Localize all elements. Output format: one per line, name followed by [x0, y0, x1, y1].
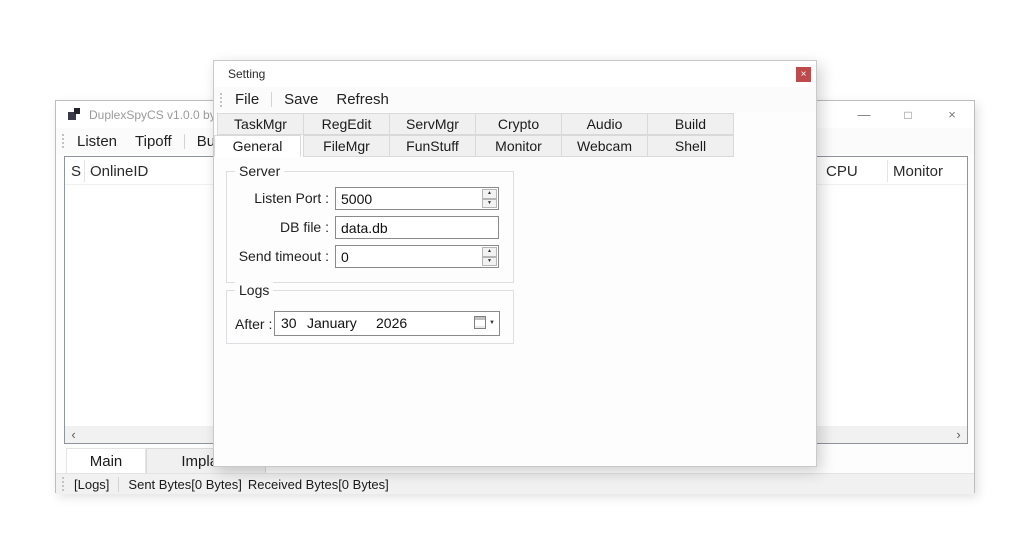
close-icon[interactable]: ×: [930, 101, 974, 128]
menubar-grip: [62, 134, 64, 148]
server-groupbox: Server Listen Port : ▲ ▼ DB file : Send …: [226, 171, 514, 283]
tab-webcam[interactable]: Webcam: [561, 135, 648, 157]
tab-crypto[interactable]: Crypto: [475, 113, 562, 135]
tab-taskmgr[interactable]: TaskMgr: [217, 113, 304, 135]
settings-tabstrip: TaskMgr RegEdit ServMgr Crypto Audio Bui…: [214, 113, 818, 157]
dialog-menubar: File Save Refresh: [214, 87, 816, 112]
dialog-title: Setting: [228, 67, 265, 81]
tab-funstuff[interactable]: FunStuff: [389, 135, 476, 157]
date-dropdown-button[interactable]: ▼: [474, 316, 495, 329]
maximize-icon[interactable]: □: [886, 101, 930, 128]
dialog-menubar-grip: [220, 93, 222, 107]
column-header-s[interactable]: S: [65, 157, 84, 185]
app-icon: [68, 108, 81, 121]
tab-general[interactable]: General: [214, 135, 301, 157]
dialog-close-icon[interactable]: ×: [796, 67, 811, 82]
column-header-cpu[interactable]: CPU: [820, 157, 886, 185]
spin-up-icon[interactable]: ▲: [482, 247, 497, 257]
minimize-icon[interactable]: —: [842, 101, 886, 128]
listen-port-spinner: ▲ ▼: [335, 187, 499, 210]
tab-servmgr[interactable]: ServMgr: [389, 113, 476, 135]
setting-dialog-window: Setting × File Save Refresh TaskMgr RegE…: [213, 60, 817, 467]
tab-regedit[interactable]: RegEdit: [303, 113, 390, 135]
listen-port-label: Listen Port :: [227, 187, 329, 210]
send-timeout-spinner: ▲ ▼: [335, 245, 499, 268]
date-month: January: [307, 312, 357, 335]
logs-group-label: Logs: [235, 282, 273, 298]
menu-separator: [184, 134, 185, 149]
chevron-down-icon: ▼: [489, 320, 495, 326]
menu-listen[interactable]: Listen: [68, 131, 126, 152]
logs-groupbox: Logs After : 30 January 2026 ▼: [226, 290, 514, 344]
tab-filemgr[interactable]: FileMgr: [303, 135, 390, 157]
date-day: 30: [281, 312, 297, 335]
send-timeout-label: Send timeout :: [227, 245, 329, 268]
tab-build[interactable]: Build: [647, 113, 734, 135]
desktop: DuplexSpyCS v1.0.0 by ISSA — □ × Listen …: [0, 0, 1024, 557]
server-group-label: Server: [235, 163, 284, 179]
db-file-input[interactable]: [335, 216, 499, 239]
scroll-left-icon[interactable]: ‹: [65, 426, 82, 443]
tab-main[interactable]: Main: [66, 448, 146, 474]
spin-down-icon[interactable]: ▼: [482, 199, 497, 209]
menu-file[interactable]: File: [226, 89, 268, 110]
status-logs: [Logs]: [68, 477, 115, 492]
calendar-icon: [474, 316, 486, 329]
tab-monitor[interactable]: Monitor: [475, 135, 562, 157]
scroll-right-icon[interactable]: ›: [950, 426, 967, 443]
send-timeout-input[interactable]: [336, 246, 481, 267]
tab-shell[interactable]: Shell: [647, 135, 734, 157]
after-label: After :: [235, 313, 273, 336]
column-header-onlineid[interactable]: OnlineID: [84, 157, 204, 185]
menu-save[interactable]: Save: [275, 89, 327, 110]
db-file-label: DB file :: [227, 216, 329, 239]
status-separator: [118, 477, 119, 492]
listen-port-input[interactable]: [336, 188, 481, 209]
tab-audio[interactable]: Audio: [561, 113, 648, 135]
status-sent-bytes: Sent Bytes[0 Bytes]: [122, 477, 247, 492]
column-header-monitor[interactable]: Monitor: [887, 157, 967, 185]
date-year: 2026: [376, 312, 407, 335]
menu-separator: [271, 92, 272, 107]
menu-refresh[interactable]: Refresh: [327, 89, 398, 110]
statusbar-grip: [62, 477, 64, 491]
statusbar: [Logs] Sent Bytes[0 Bytes] Received Byte…: [56, 473, 974, 494]
menu-tipoff[interactable]: Tipoff: [126, 131, 181, 152]
status-received-bytes: Received Bytes[0 Bytes]: [248, 477, 395, 492]
after-date-picker[interactable]: 30 January 2026 ▼: [274, 311, 500, 336]
spin-down-icon[interactable]: ▼: [482, 257, 497, 267]
dialog-titlebar[interactable]: Setting ×: [214, 61, 816, 87]
spin-up-icon[interactable]: ▲: [482, 189, 497, 199]
